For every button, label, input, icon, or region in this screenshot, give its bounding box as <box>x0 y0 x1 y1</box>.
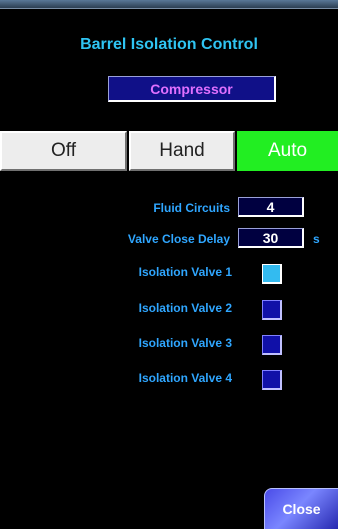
isolation-valve-3-indicator[interactable] <box>262 335 282 355</box>
close-button[interactable]: Close <box>264 488 338 529</box>
isolation-valve-1-indicator[interactable] <box>262 264 282 284</box>
fluid-circuits-value[interactable]: 4 <box>238 197 304 217</box>
valve-close-delay-value[interactable]: 30 <box>238 228 304 248</box>
panel-title: Barrel Isolation Control <box>80 36 258 53</box>
isolation-valve-4-indicator[interactable] <box>262 370 282 390</box>
valve-close-delay-label: Valve Close Delay <box>127 232 230 246</box>
isolation-valve-2-indicator[interactable] <box>262 300 282 320</box>
mode-hand-button[interactable]: Hand <box>129 131 235 171</box>
mode-auto-button[interactable]: Auto <box>237 131 338 171</box>
isolation-valve-1-label: Isolation Valve 1 <box>138 265 232 279</box>
isolation-valve-3-label: Isolation Valve 3 <box>138 336 232 350</box>
fluid-circuits-label: Fluid Circuits <box>153 201 230 215</box>
mode-selector: Off Hand Auto <box>0 131 338 171</box>
equipment-name-field: Compressor <box>108 76 276 102</box>
valve-close-delay-unit: s <box>313 232 320 246</box>
window-frame-top <box>0 0 338 9</box>
isolation-valve-4-label: Isolation Valve 4 <box>138 371 232 385</box>
isolation-valve-2-label: Isolation Valve 2 <box>138 301 232 315</box>
mode-off-button[interactable]: Off <box>0 131 127 171</box>
